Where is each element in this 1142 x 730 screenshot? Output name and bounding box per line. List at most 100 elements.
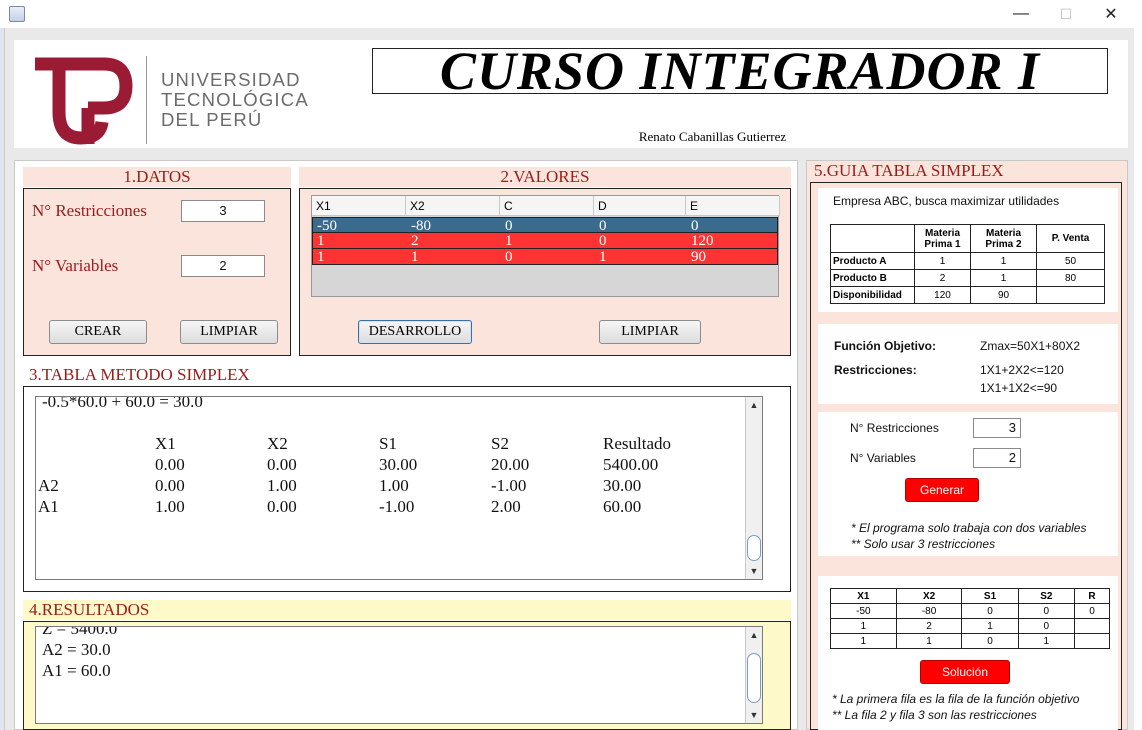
- guia-example-table: Materia Prima 1 Materia Prima 2 P. Venta…: [830, 224, 1105, 304]
- table-cell: 50: [1036, 252, 1105, 270]
- table-cell: 1: [970, 252, 1037, 270]
- grid-cell[interactable]: 120: [687, 233, 714, 249]
- grid-cell[interactable]: 1: [313, 249, 325, 265]
- grid-cell[interactable]: 1: [595, 249, 607, 265]
- table-cell: -50: [830, 603, 897, 619]
- solution-table: X1 X2 S1 S2 R -50 -80 0 0 0 1 2 1 0 1 1 …: [830, 588, 1111, 649]
- grid-cell[interactable]: 0: [595, 218, 607, 234]
- table-row-label: Producto B: [830, 269, 915, 287]
- guia-restricciones-input[interactable]: 3: [973, 418, 1021, 438]
- window-titlebar: — ☐ ✕: [0, 0, 1142, 28]
- grid-cell[interactable]: 1: [407, 249, 419, 265]
- tabla-section-title: 3.TABLA METODO SIMPLEX: [23, 365, 791, 385]
- solucion-button[interactable]: Solución: [920, 660, 1010, 684]
- guia-note-1: * El programa solo trabaja con dos varia…: [851, 521, 1087, 535]
- table-cell: 1: [895, 633, 963, 649]
- university-name-line1: UNIVERSIDAD: [161, 69, 301, 90]
- tabla-cell: 20.00: [491, 455, 530, 474]
- left-edge: [0, 28, 4, 730]
- grid-cell[interactable]: -50: [313, 218, 337, 234]
- table-cell: [1073, 633, 1111, 649]
- tabla-cell: -1.00: [491, 476, 527, 495]
- grid-header-x2[interactable]: X2: [406, 196, 500, 216]
- desarrollo-button[interactable]: DESARROLLO: [358, 320, 472, 344]
- grid-row[interactable]: 1 2 1 0 120: [312, 233, 778, 249]
- grid-cell[interactable]: 0: [595, 233, 607, 249]
- resultado-line: A1 = 60.0: [42, 661, 111, 680]
- resultados-section-title: 4.RESULTADOS: [23, 600, 791, 620]
- tabla-scrollbar[interactable]: ▲ ▼: [745, 397, 762, 579]
- table-cell: 1: [970, 269, 1037, 287]
- table-cell: 2: [895, 618, 963, 634]
- course-title-box: CURSO INTEGRADOR I: [372, 41, 1108, 101]
- grid-cell[interactable]: 90: [687, 249, 706, 265]
- grid-header-c[interactable]: C: [500, 196, 594, 216]
- table-header: Materia Prima 2: [970, 224, 1037, 253]
- grid-header-e[interactable]: E: [686, 196, 780, 216]
- table-row-label: Disponibilidad: [830, 286, 915, 304]
- minimize-button[interactable]: —: [998, 0, 1044, 28]
- table-cell: [1036, 286, 1105, 304]
- java-app-icon[interactable]: [9, 6, 25, 22]
- table-cell: 0: [1017, 603, 1075, 619]
- maximize-button[interactable]: ☐: [1043, 0, 1089, 28]
- tabla-cell: 1.00: [155, 497, 185, 516]
- limpiar-valores-button[interactable]: LIMPIAR: [599, 320, 701, 344]
- table-header: S1: [961, 588, 1019, 604]
- guia-section-title: 5.GUIA TABLA SIMPLEX: [814, 161, 1004, 180]
- tabla-row-label: A2: [38, 476, 59, 495]
- generar-button[interactable]: Generar: [905, 478, 979, 502]
- grid-cell[interactable]: -80: [407, 218, 431, 234]
- table-cell: 2: [914, 269, 971, 287]
- grid-cell[interactable]: 2: [407, 233, 419, 249]
- restricciones-label: N° Restricciones: [32, 201, 147, 220]
- tabla-header-s1: S1: [379, 434, 397, 453]
- table-cell: 1: [1017, 633, 1075, 649]
- table-header: P. Venta: [1036, 224, 1105, 253]
- scroll-down-icon[interactable]: ▼: [746, 563, 762, 579]
- limpiar-datos-button[interactable]: LIMPIAR: [180, 320, 278, 344]
- close-button[interactable]: ✕: [1088, 0, 1134, 28]
- table-cell: 1: [830, 618, 897, 634]
- grid-cell[interactable]: 1: [501, 233, 513, 249]
- guia-note-3: * La primera fila es la fila de la funci…: [832, 692, 1080, 706]
- valores-grid[interactable]: X1 X2 C D E -50 -80 0 0 0 1 2 1 0 120 1 …: [311, 195, 780, 297]
- university-name-line2: TECNOLÓGICA: [161, 89, 309, 110]
- table-row-label: Producto A: [830, 252, 915, 270]
- funcion-objetivo-label: Función Objetivo:: [834, 339, 936, 353]
- table-cell: 0: [961, 633, 1019, 649]
- utp-logo-icon: [35, 57, 133, 145]
- restricciones-input[interactable]: 3: [181, 200, 265, 222]
- grid-header-d[interactable]: D: [594, 196, 686, 216]
- grid-cell[interactable]: 0: [687, 218, 699, 234]
- guia-empresa-text: Empresa ABC, busca maximizar utilidades: [833, 194, 1060, 208]
- grid-row[interactable]: -50 -80 0 0 0: [312, 217, 778, 234]
- tabla-text-area[interactable]: -0.5*60.0 + 60.0 = 30.0 X1 X2 S1 S2 Resu…: [35, 396, 763, 580]
- scroll-down-icon[interactable]: ▼: [746, 707, 762, 723]
- resultados-scrollbar[interactable]: ▲ ▼: [745, 627, 762, 723]
- course-title: CURSO INTEGRADOR I: [439, 41, 1041, 101]
- crear-button[interactable]: CREAR: [49, 320, 147, 344]
- resultado-line: Z = 5400.0: [42, 626, 118, 638]
- tabla-header-s2: S2: [491, 434, 509, 453]
- variables-input[interactable]: 2: [181, 255, 265, 277]
- table-cell: 0: [1017, 618, 1075, 634]
- table-cell: 80: [1036, 269, 1105, 287]
- resultados-text-area[interactable]: Z = 5400.0 A2 = 30.0 A1 = 60.0 ▲ ▼: [35, 626, 763, 724]
- variables-label: N° Variables: [32, 256, 119, 275]
- scroll-up-icon[interactable]: ▲: [746, 397, 762, 413]
- grid-row[interactable]: 1 1 0 1 90: [312, 249, 778, 265]
- grid-cell[interactable]: 0: [501, 249, 513, 265]
- table-header: S2: [1017, 588, 1075, 604]
- guia-variables-label: N° Variables: [850, 451, 916, 465]
- guia-variables-input[interactable]: 2: [973, 448, 1021, 468]
- grid-cell[interactable]: 0: [501, 218, 513, 234]
- table-cell: -80: [895, 603, 963, 619]
- restricciones-title: Restricciones:: [834, 363, 917, 377]
- grid-cell[interactable]: 1: [313, 233, 325, 249]
- scroll-up-icon[interactable]: ▲: [746, 627, 762, 643]
- scroll-thumb[interactable]: [747, 535, 761, 561]
- grid-header-x1[interactable]: X1: [312, 196, 406, 216]
- scroll-thumb[interactable]: [747, 653, 761, 703]
- tabla-cell: 0.00: [155, 455, 185, 474]
